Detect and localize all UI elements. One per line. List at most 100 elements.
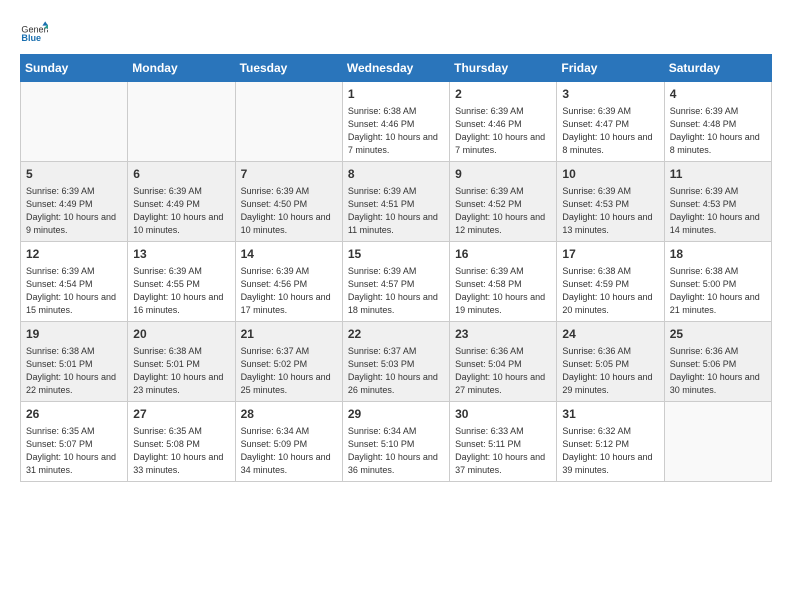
day-number: 17 bbox=[562, 246, 658, 263]
calendar-body: 1 Sunrise: 6:38 AM Sunset: 4:46 PM Daylig… bbox=[21, 82, 772, 482]
day-info: Sunrise: 6:37 AM Sunset: 5:02 PM Dayligh… bbox=[241, 345, 337, 397]
calendar-cell: 24 Sunrise: 6:36 AM Sunset: 5:05 PM Dayli… bbox=[557, 321, 664, 401]
calendar-cell: 14 Sunrise: 6:39 AM Sunset: 4:56 PM Dayli… bbox=[235, 241, 342, 321]
calendar-header-row: SundayMondayTuesdayWednesdayThursdayFrid… bbox=[21, 55, 772, 82]
day-number: 31 bbox=[562, 406, 658, 423]
calendar-cell: 31 Sunrise: 6:32 AM Sunset: 5:12 PM Dayli… bbox=[557, 401, 664, 481]
day-info: Sunrise: 6:39 AM Sunset: 4:53 PM Dayligh… bbox=[670, 185, 766, 237]
day-number: 4 bbox=[670, 86, 766, 103]
day-info: Sunrise: 6:39 AM Sunset: 4:53 PM Dayligh… bbox=[562, 185, 658, 237]
day-number: 30 bbox=[455, 406, 551, 423]
calendar-cell: 5 Sunrise: 6:39 AM Sunset: 4:49 PM Daylig… bbox=[21, 161, 128, 241]
day-info: Sunrise: 6:39 AM Sunset: 4:54 PM Dayligh… bbox=[26, 265, 122, 317]
calendar-cell: 17 Sunrise: 6:38 AM Sunset: 4:59 PM Dayli… bbox=[557, 241, 664, 321]
day-info: Sunrise: 6:33 AM Sunset: 5:11 PM Dayligh… bbox=[455, 425, 551, 477]
day-info: Sunrise: 6:39 AM Sunset: 4:47 PM Dayligh… bbox=[562, 105, 658, 157]
day-info: Sunrise: 6:38 AM Sunset: 5:00 PM Dayligh… bbox=[670, 265, 766, 317]
day-number: 9 bbox=[455, 166, 551, 183]
day-info: Sunrise: 6:36 AM Sunset: 5:06 PM Dayligh… bbox=[670, 345, 766, 397]
day-number: 28 bbox=[241, 406, 337, 423]
day-number: 12 bbox=[26, 246, 122, 263]
day-number: 21 bbox=[241, 326, 337, 343]
calendar-week-row: 12 Sunrise: 6:39 AM Sunset: 4:54 PM Dayli… bbox=[21, 241, 772, 321]
day-number: 7 bbox=[241, 166, 337, 183]
day-number: 16 bbox=[455, 246, 551, 263]
calendar-week-row: 1 Sunrise: 6:38 AM Sunset: 4:46 PM Daylig… bbox=[21, 82, 772, 162]
calendar-cell: 30 Sunrise: 6:33 AM Sunset: 5:11 PM Dayli… bbox=[450, 401, 557, 481]
day-info: Sunrise: 6:39 AM Sunset: 4:56 PM Dayligh… bbox=[241, 265, 337, 317]
day-info: Sunrise: 6:37 AM Sunset: 5:03 PM Dayligh… bbox=[348, 345, 444, 397]
day-number: 18 bbox=[670, 246, 766, 263]
calendar-cell: 8 Sunrise: 6:39 AM Sunset: 4:51 PM Daylig… bbox=[342, 161, 449, 241]
calendar-cell: 1 Sunrise: 6:38 AM Sunset: 4:46 PM Daylig… bbox=[342, 82, 449, 162]
calendar-cell: 10 Sunrise: 6:39 AM Sunset: 4:53 PM Dayli… bbox=[557, 161, 664, 241]
calendar: SundayMondayTuesdayWednesdayThursdayFrid… bbox=[20, 54, 772, 482]
day-number: 24 bbox=[562, 326, 658, 343]
day-info: Sunrise: 6:32 AM Sunset: 5:12 PM Dayligh… bbox=[562, 425, 658, 477]
day-number: 2 bbox=[455, 86, 551, 103]
day-info: Sunrise: 6:38 AM Sunset: 4:59 PM Dayligh… bbox=[562, 265, 658, 317]
day-number: 8 bbox=[348, 166, 444, 183]
day-info: Sunrise: 6:36 AM Sunset: 5:04 PM Dayligh… bbox=[455, 345, 551, 397]
day-number: 10 bbox=[562, 166, 658, 183]
day-info: Sunrise: 6:39 AM Sunset: 4:58 PM Dayligh… bbox=[455, 265, 551, 317]
weekday-header: Wednesday bbox=[342, 55, 449, 82]
calendar-cell bbox=[128, 82, 235, 162]
weekday-header: Thursday bbox=[450, 55, 557, 82]
day-number: 19 bbox=[26, 326, 122, 343]
calendar-cell bbox=[664, 401, 771, 481]
calendar-cell: 13Sunrise: 6:39 AM Sunset: 4:55 PM Dayli… bbox=[128, 241, 235, 321]
calendar-cell: 25 Sunrise: 6:36 AM Sunset: 5:06 PM Dayli… bbox=[664, 321, 771, 401]
day-info: Sunrise: 6:39 AM Sunset: 4:52 PM Dayligh… bbox=[455, 185, 551, 237]
day-number: 1 bbox=[348, 86, 444, 103]
calendar-cell: 21 Sunrise: 6:37 AM Sunset: 5:02 PM Dayli… bbox=[235, 321, 342, 401]
day-number: 14 bbox=[241, 246, 337, 263]
day-number: 15 bbox=[348, 246, 444, 263]
day-info: Sunrise: 6:39 AM Sunset: 4:48 PM Dayligh… bbox=[670, 105, 766, 157]
day-number: 29 bbox=[348, 406, 444, 423]
weekday-header: Sunday bbox=[21, 55, 128, 82]
calendar-cell: 27 Sunrise: 6:35 AM Sunset: 5:08 PM Dayli… bbox=[128, 401, 235, 481]
logo-icon: General Blue bbox=[20, 20, 48, 48]
day-info: Sunrise: 6:38 AM Sunset: 4:46 PM Dayligh… bbox=[348, 105, 444, 157]
day-number: 5 bbox=[26, 166, 122, 183]
day-number: 3 bbox=[562, 86, 658, 103]
calendar-cell: 3 Sunrise: 6:39 AM Sunset: 4:47 PM Daylig… bbox=[557, 82, 664, 162]
calendar-cell: 19 Sunrise: 6:38 AM Sunset: 5:01 PM Dayli… bbox=[21, 321, 128, 401]
day-number: 13 bbox=[133, 246, 229, 263]
calendar-cell: 7 Sunrise: 6:39 AM Sunset: 4:50 PM Daylig… bbox=[235, 161, 342, 241]
day-info: Sunrise: 6:35 AM Sunset: 5:08 PM Dayligh… bbox=[133, 425, 229, 477]
calendar-cell: 29 Sunrise: 6:34 AM Sunset: 5:10 PM Dayli… bbox=[342, 401, 449, 481]
calendar-week-row: 5 Sunrise: 6:39 AM Sunset: 4:49 PM Daylig… bbox=[21, 161, 772, 241]
calendar-cell: 15 Sunrise: 6:39 AM Sunset: 4:57 PM Dayli… bbox=[342, 241, 449, 321]
calendar-cell: 2Sunrise: 6:39 AM Sunset: 4:46 PM Daylig… bbox=[450, 82, 557, 162]
calendar-cell: 22Sunrise: 6:37 AM Sunset: 5:03 PM Dayli… bbox=[342, 321, 449, 401]
logo: General Blue bbox=[20, 20, 48, 48]
calendar-cell: 18 Sunrise: 6:38 AM Sunset: 5:00 PM Dayli… bbox=[664, 241, 771, 321]
day-number: 23 bbox=[455, 326, 551, 343]
day-info: Sunrise: 6:39 AM Sunset: 4:49 PM Dayligh… bbox=[26, 185, 122, 237]
calendar-cell: 12 Sunrise: 6:39 AM Sunset: 4:54 PM Dayli… bbox=[21, 241, 128, 321]
day-info: Sunrise: 6:38 AM Sunset: 5:01 PM Dayligh… bbox=[26, 345, 122, 397]
day-number: 27 bbox=[133, 406, 229, 423]
calendar-cell: 20 Sunrise: 6:38 AM Sunset: 5:01 PM Dayli… bbox=[128, 321, 235, 401]
weekday-header: Tuesday bbox=[235, 55, 342, 82]
day-info: Sunrise: 6:34 AM Sunset: 5:09 PM Dayligh… bbox=[241, 425, 337, 477]
header: General Blue bbox=[20, 20, 772, 48]
day-info: Sunrise: 6:39 AM Sunset: 4:57 PM Dayligh… bbox=[348, 265, 444, 317]
day-info: Sunrise: 6:34 AM Sunset: 5:10 PM Dayligh… bbox=[348, 425, 444, 477]
day-number: 20 bbox=[133, 326, 229, 343]
calendar-cell: 6 Sunrise: 6:39 AM Sunset: 4:49 PM Daylig… bbox=[128, 161, 235, 241]
calendar-cell: 9 Sunrise: 6:39 AM Sunset: 4:52 PM Daylig… bbox=[450, 161, 557, 241]
calendar-cell bbox=[21, 82, 128, 162]
weekday-header: Friday bbox=[557, 55, 664, 82]
day-number: 25 bbox=[670, 326, 766, 343]
day-info: Sunrise: 6:38 AM Sunset: 5:01 PM Dayligh… bbox=[133, 345, 229, 397]
day-info: Sunrise: 6:39 AM Sunset: 4:49 PM Dayligh… bbox=[133, 185, 229, 237]
day-number: 26 bbox=[26, 406, 122, 423]
day-info: Sunrise: 6:39 AM Sunset: 4:50 PM Dayligh… bbox=[241, 185, 337, 237]
day-number: 6 bbox=[133, 166, 229, 183]
weekday-header: Monday bbox=[128, 55, 235, 82]
day-info: Sunrise: 6:36 AM Sunset: 5:05 PM Dayligh… bbox=[562, 345, 658, 397]
day-info: Sunrise: 6:39 AM Sunset: 4:51 PM Dayligh… bbox=[348, 185, 444, 237]
